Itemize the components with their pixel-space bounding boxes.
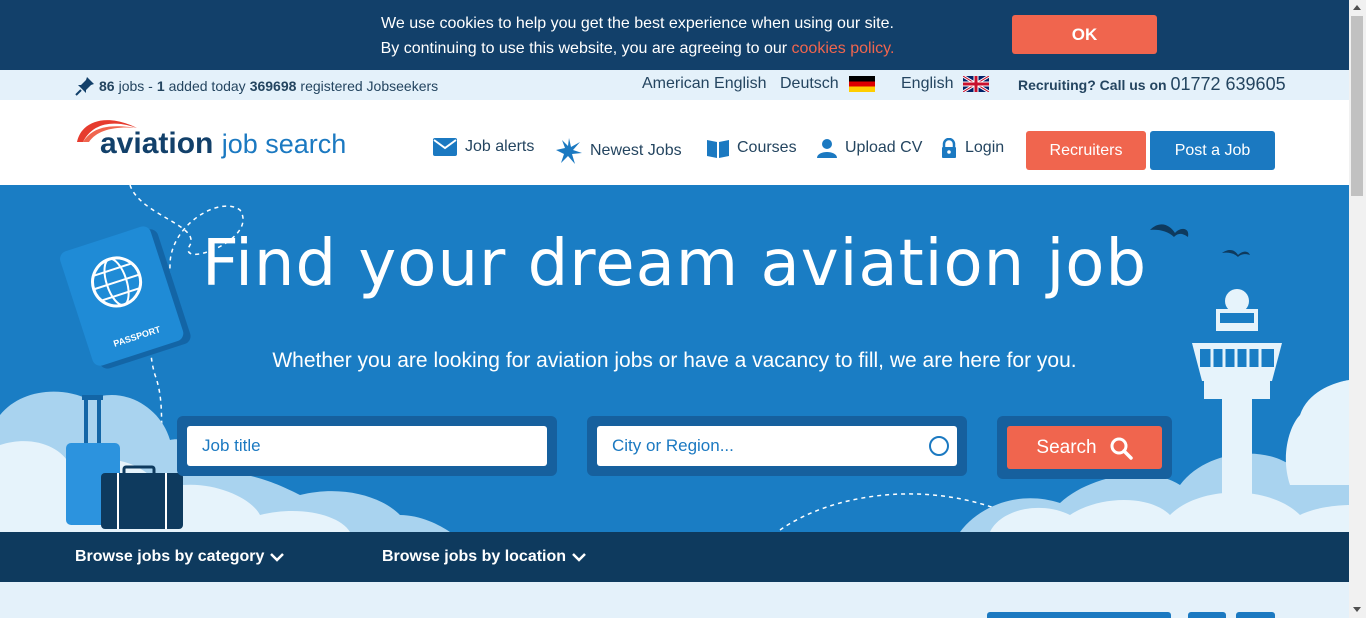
nav-job-alerts[interactable]: Job alerts bbox=[433, 138, 534, 156]
cookie-line-2: By continuing to use this website, you a… bbox=[330, 36, 945, 61]
cookie-message: We use cookies to help you get the best … bbox=[330, 11, 945, 61]
nav-upload-cv[interactable]: Upload CV bbox=[817, 138, 922, 158]
chevron-down-icon bbox=[270, 553, 285, 562]
nav-courses-label: Courses bbox=[737, 139, 797, 156]
lang-deutsch-label: Deutsch bbox=[780, 75, 839, 92]
logo-text: aviation job search bbox=[100, 127, 346, 161]
browse-bar: Browse jobs by category Browse jobs by l… bbox=[0, 532, 1349, 582]
logo-bold: aviation bbox=[100, 127, 214, 160]
jobs-label: jobs - bbox=[118, 78, 153, 94]
recruiting-phone: Recruiting? Call us on 01772 639605 bbox=[1018, 74, 1286, 95]
lang-american-english[interactable]: American English bbox=[642, 75, 767, 93]
job-title-wrapper bbox=[177, 416, 557, 476]
jobs-count: 86 bbox=[99, 78, 115, 94]
recruiters-button[interactable]: Recruiters bbox=[1026, 131, 1146, 170]
site-logo[interactable]: aviation job search bbox=[75, 114, 355, 170]
city-wrapper bbox=[587, 416, 967, 476]
search-button[interactable]: Search bbox=[1007, 426, 1162, 469]
book-icon bbox=[707, 140, 729, 158]
uk-flag-icon bbox=[963, 76, 990, 92]
scrollbar-thumb[interactable] bbox=[1351, 16, 1363, 196]
locate-icon[interactable] bbox=[929, 436, 949, 456]
cookie-banner: We use cookies to help you get the best … bbox=[0, 0, 1349, 70]
job-title-input[interactable] bbox=[187, 426, 547, 466]
lang-american-english-label: American English bbox=[642, 75, 767, 92]
browse-location-label: Browse jobs by location bbox=[382, 548, 567, 565]
added-label: added today bbox=[168, 78, 246, 94]
cookie-ok-button[interactable]: OK bbox=[1012, 15, 1157, 54]
below-tab-2[interactable] bbox=[1188, 612, 1226, 618]
below-tab-3[interactable] bbox=[1236, 612, 1275, 618]
nav-courses[interactable]: Courses bbox=[707, 138, 797, 158]
cookies-policy-link[interactable]: cookies policy. bbox=[792, 40, 895, 57]
phone-number[interactable]: 01772 639605 bbox=[1170, 74, 1285, 94]
cookie-line-2-text: By continuing to use this website, you a… bbox=[380, 40, 788, 57]
browse-by-location[interactable]: Browse jobs by location bbox=[382, 548, 586, 566]
scroll-down-arrow-icon[interactable] bbox=[1353, 607, 1361, 612]
search-button-label: Search bbox=[1036, 436, 1097, 458]
pin-icon bbox=[75, 77, 94, 96]
search-wrapper: Search bbox=[997, 416, 1172, 479]
below-fold-section bbox=[0, 582, 1349, 618]
city-region-input[interactable] bbox=[597, 426, 957, 466]
chevron-down-icon bbox=[572, 553, 586, 562]
job-stats: 86 jobs - 1 added today 369698 registere… bbox=[75, 76, 438, 96]
german-flag-icon bbox=[848, 76, 875, 92]
below-tab-1[interactable] bbox=[987, 612, 1171, 618]
post-job-button[interactable]: Post a Job bbox=[1150, 131, 1275, 170]
site-header: aviation job search Job alerts Newest Jo… bbox=[0, 100, 1349, 185]
scroll-up-arrow-icon[interactable] bbox=[1353, 5, 1361, 10]
browse-by-category[interactable]: Browse jobs by category bbox=[75, 548, 285, 566]
nav-newest-jobs[interactable]: Newest Jobs bbox=[556, 138, 682, 164]
user-icon bbox=[817, 139, 837, 158]
seekers-count: 369698 bbox=[249, 78, 297, 94]
hero-title: Find your dream aviation job bbox=[201, 227, 1148, 301]
hero-section: PASSPORT Find your dream aviation job Wh… bbox=[0, 185, 1349, 532]
page-scrollbar[interactable] bbox=[1349, 0, 1366, 618]
added-count: 1 bbox=[156, 78, 165, 94]
envelope-icon bbox=[433, 138, 457, 156]
nav-upload-cv-label: Upload CV bbox=[845, 139, 923, 156]
cloud-right-top bbox=[1285, 380, 1349, 485]
lang-english[interactable]: English bbox=[901, 75, 990, 93]
lang-english-label: English bbox=[901, 75, 954, 92]
lock-icon bbox=[942, 138, 956, 158]
browse-category-label: Browse jobs by category bbox=[75, 548, 265, 565]
nav-job-alerts-label: Job alerts bbox=[465, 138, 535, 155]
burst-icon bbox=[556, 138, 582, 164]
nav-login[interactable]: Login bbox=[941, 138, 1004, 158]
cookie-line-1: We use cookies to help you get the best … bbox=[381, 15, 894, 32]
recruiting-label: Recruiting? Call us on bbox=[1018, 77, 1167, 93]
hero-subtitle: Whether you are looking for aviation job… bbox=[272, 349, 1077, 372]
seekers-label: registered Jobseekers bbox=[300, 78, 439, 94]
logo-light: job search bbox=[221, 129, 347, 159]
info-bar: 86 jobs - 1 added today 369698 registere… bbox=[0, 70, 1349, 100]
nav-login-label: Login bbox=[965, 139, 1005, 156]
lang-deutsch[interactable]: Deutsch bbox=[780, 75, 875, 93]
search-icon bbox=[1110, 437, 1133, 460]
nav-newest-jobs-label: Newest Jobs bbox=[590, 142, 682, 159]
